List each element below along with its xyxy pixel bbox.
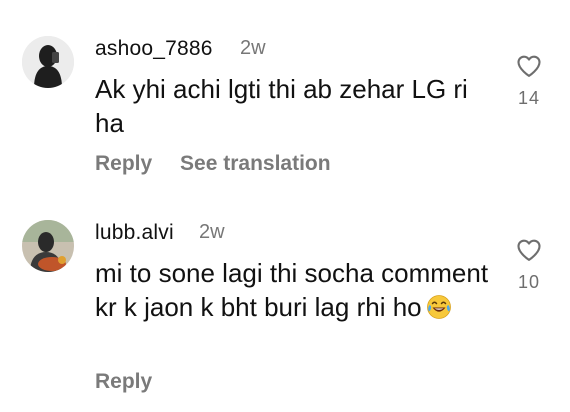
- face-with-tears-of-joy-icon: [426, 295, 451, 319]
- user-avatar-icon: [22, 36, 74, 88]
- comment-actions: Reply See translation: [95, 152, 331, 176]
- like-control: 10: [509, 236, 549, 293]
- avatar[interactable]: [22, 220, 74, 272]
- reply-button[interactable]: Reply: [95, 370, 152, 393]
- comment-username[interactable]: ashoo_7886: [95, 37, 213, 61]
- reply-button[interactable]: Reply: [95, 152, 152, 175]
- comment-actions: Reply: [95, 370, 152, 394]
- comment-item: lubb.alvi 2w mi to sone lagi thi socha c…: [0, 200, 570, 412]
- user-avatar-icon: [22, 220, 74, 272]
- heart-icon[interactable]: [515, 52, 543, 80]
- like-count: 14: [517, 88, 541, 108]
- comment-timestamp: 2w: [199, 221, 225, 243]
- comment-timestamp: 2w: [240, 37, 266, 59]
- comment-item: ashoo_7886 2w Ak yhi achi lgti thi ab ze…: [0, 0, 570, 200]
- like-count: 10: [517, 272, 541, 292]
- like-control: 14: [509, 52, 549, 109]
- avatar[interactable]: [22, 36, 74, 88]
- comment-text: mi to sone lagi thi socha comment kr k j…: [95, 256, 495, 324]
- heart-icon[interactable]: [515, 236, 543, 264]
- comment-username[interactable]: lubb.alvi: [95, 221, 174, 245]
- see-translation-button[interactable]: See translation: [180, 152, 331, 175]
- comment-text: Ak yhi achi lgti thi ab zehar LG ri ha: [95, 74, 468, 138]
